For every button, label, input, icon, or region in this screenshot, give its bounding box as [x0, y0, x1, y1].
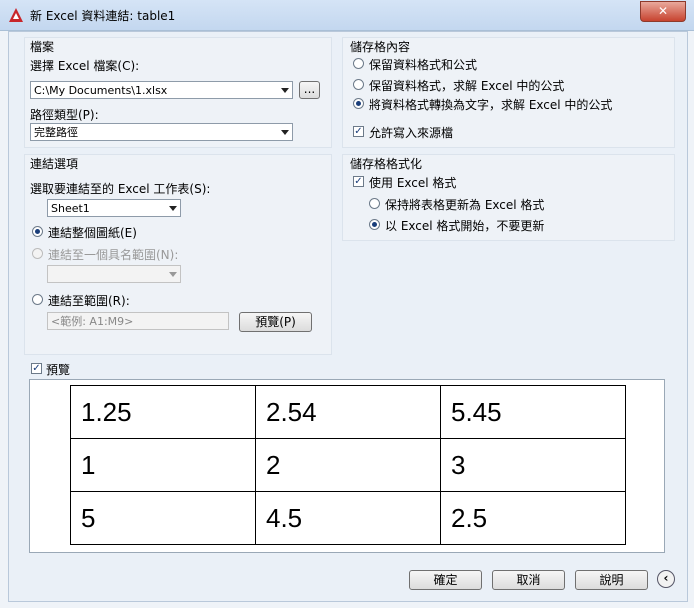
- chevron-left-icon[interactable]: ‹: [657, 570, 675, 588]
- named-range-combo[interactable]: [47, 265, 181, 283]
- range-input[interactable]: <範例: A1:M9>: [47, 312, 229, 330]
- cancel-button[interactable]: 取消: [492, 570, 565, 590]
- table-cell: 2.54: [255, 385, 441, 439]
- title-bar: 新 Excel 資料連結: table1 ✕: [0, 0, 694, 31]
- radio-entire-sheet[interactable]: [32, 226, 43, 237]
- radio-keep-format-solve[interactable]: [353, 79, 364, 90]
- file-combo-value: C:\My Documents\1.xlsx: [34, 84, 168, 97]
- option-named-range: 連結至一個具名範圍(N):: [48, 248, 179, 262]
- option-convert-text-solve: 將資料格式轉換為文字，求解 Excel 中的公式: [369, 98, 613, 112]
- table-cell: 2.5: [440, 491, 626, 545]
- close-button[interactable]: ✕: [640, 1, 686, 22]
- option-keep-updated: 保持將表格更新為 Excel 格式: [385, 198, 545, 212]
- radio-start-no-update[interactable]: [369, 219, 380, 230]
- sheet-select-label: 選取要連結至的 Excel 工作表(S):: [30, 182, 211, 196]
- preview-checkbox[interactable]: ✓: [31, 363, 42, 374]
- allow-writeback-checkbox[interactable]: ✓: [353, 126, 364, 137]
- option-entire-sheet: 連結整個圖紙(E): [48, 226, 137, 240]
- table-cell: 3: [440, 438, 626, 492]
- table-cell: 5.45: [440, 385, 626, 439]
- table-cell: 5: [70, 491, 256, 545]
- chevron-down-icon: [169, 206, 177, 211]
- preview-area: 1.25 2.54 5.45 1 2 3 5 4.5 2.5: [29, 379, 665, 553]
- option-keep-format-formula: 保留資料格式和公式: [369, 58, 478, 72]
- chevron-down-icon: [169, 272, 177, 277]
- path-type-label: 路徑類型(P):: [30, 108, 99, 122]
- preview-table: 1.25 2.54 5.45 1 2 3 5 4.5 2.5: [70, 385, 626, 545]
- table-row: 1.25 2.54 5.45: [70, 385, 626, 439]
- file-group-title: 檔案: [30, 40, 55, 54]
- use-excel-format-label: 使用 Excel 格式: [369, 176, 457, 190]
- table-cell: 1.25: [70, 385, 256, 439]
- link-options-title: 連結選項: [30, 157, 79, 171]
- file-combo[interactable]: C:\My Documents\1.xlsx: [30, 81, 293, 99]
- preview-button[interactable]: 預覽(P): [239, 312, 312, 332]
- table-cell: 2: [255, 438, 441, 492]
- option-range: 連結至範圍(R):: [48, 294, 130, 308]
- radio-keep-format-formula[interactable]: [353, 58, 364, 69]
- table-row: 1 2 3: [70, 438, 626, 492]
- browse-button[interactable]: ...: [299, 81, 320, 99]
- help-button[interactable]: 說明: [575, 570, 648, 590]
- preview-label: 預覽: [46, 363, 71, 377]
- radio-convert-text-solve[interactable]: [353, 98, 364, 109]
- chevron-down-icon: [281, 88, 289, 93]
- sheet-combo[interactable]: Sheet1: [47, 199, 181, 217]
- table-cell: 4.5: [255, 491, 441, 545]
- ok-button[interactable]: 確定: [409, 570, 482, 590]
- window-title: 新 Excel 資料連結: table1: [30, 9, 176, 23]
- chevron-down-icon: [281, 130, 289, 135]
- autocad-app-icon: [9, 8, 23, 22]
- path-type-combo[interactable]: 完整路徑: [30, 123, 293, 141]
- radio-keep-updated[interactable]: [369, 198, 380, 209]
- radio-range[interactable]: [32, 294, 43, 305]
- allow-writeback-label: 允許寫入來源檔: [369, 126, 454, 140]
- path-type-value: 完整路徑: [34, 126, 78, 139]
- option-keep-format-solve: 保留資料格式，求解 Excel 中的公式: [369, 79, 565, 93]
- table-row: 5 4.5 2.5: [70, 491, 626, 545]
- cell-content-title: 儲存格內容: [350, 40, 411, 54]
- use-excel-format-checkbox[interactable]: ✓: [353, 176, 364, 187]
- sheet-combo-value: Sheet1: [51, 202, 90, 215]
- select-file-label: 選擇 Excel 檔案(C):: [30, 59, 140, 73]
- cell-format-title: 儲存格格式化: [350, 157, 423, 171]
- table-cell: 1: [70, 438, 256, 492]
- radio-named-range[interactable]: [32, 248, 43, 259]
- option-start-no-update: 以 Excel 格式開始，不要更新: [385, 219, 545, 233]
